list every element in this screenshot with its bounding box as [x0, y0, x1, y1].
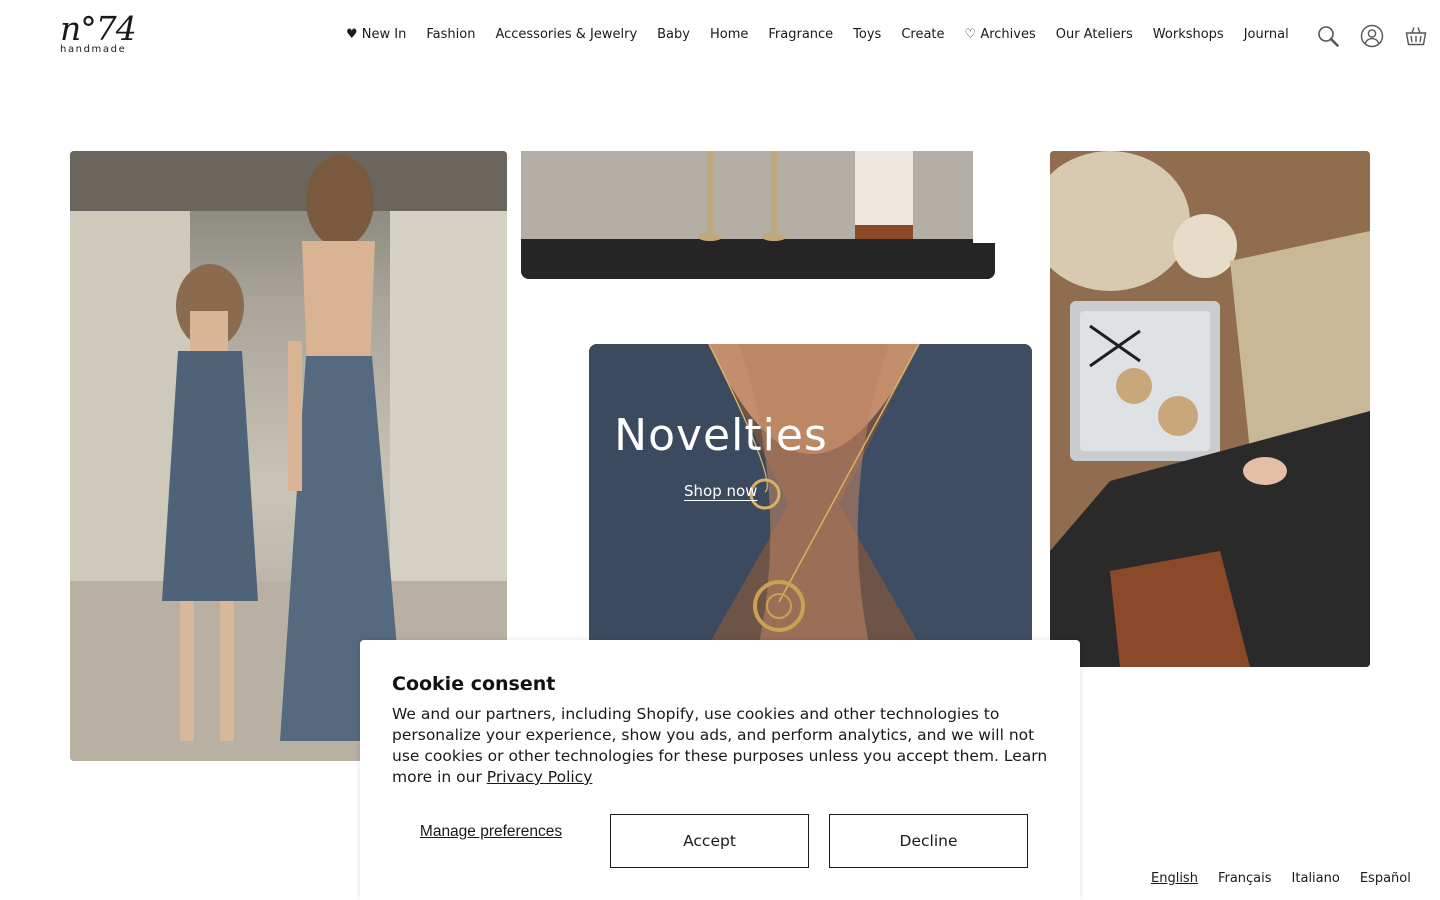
language-english[interactable]: English [1151, 870, 1198, 887]
hero-image-crochet-atelier[interactable] [1050, 151, 1370, 667]
necklace-illustration [589, 344, 1032, 644]
crochet-atelier-illustration [1050, 151, 1370, 667]
hero-title: Novelties [614, 410, 828, 461]
accept-button[interactable]: Accept [610, 814, 809, 868]
language-italiano[interactable]: Italiano [1292, 870, 1340, 887]
decline-button[interactable]: Decline [829, 814, 1028, 868]
cookie-consent-dialog: Cookie consent We and our partners, incl… [360, 640, 1080, 900]
bathroom-shelf-illustration [521, 151, 995, 279]
language-selector: English Français Italiano Español [1151, 870, 1411, 887]
shop-now-link[interactable]: Shop now [684, 482, 757, 500]
cookie-consent-title: Cookie consent [392, 673, 556, 695]
cookie-consent-text: We and our partners, including Shopify, … [392, 704, 1052, 788]
hero-image-bathroom-shelf[interactable] [521, 151, 995, 279]
manage-preferences-button[interactable]: Manage preferences [412, 822, 570, 841]
language-espanol[interactable]: Español [1360, 870, 1411, 887]
language-francais[interactable]: Français [1218, 870, 1272, 887]
hero-image-necklace[interactable] [589, 344, 1032, 644]
privacy-policy-link[interactable]: Privacy Policy [487, 768, 593, 786]
